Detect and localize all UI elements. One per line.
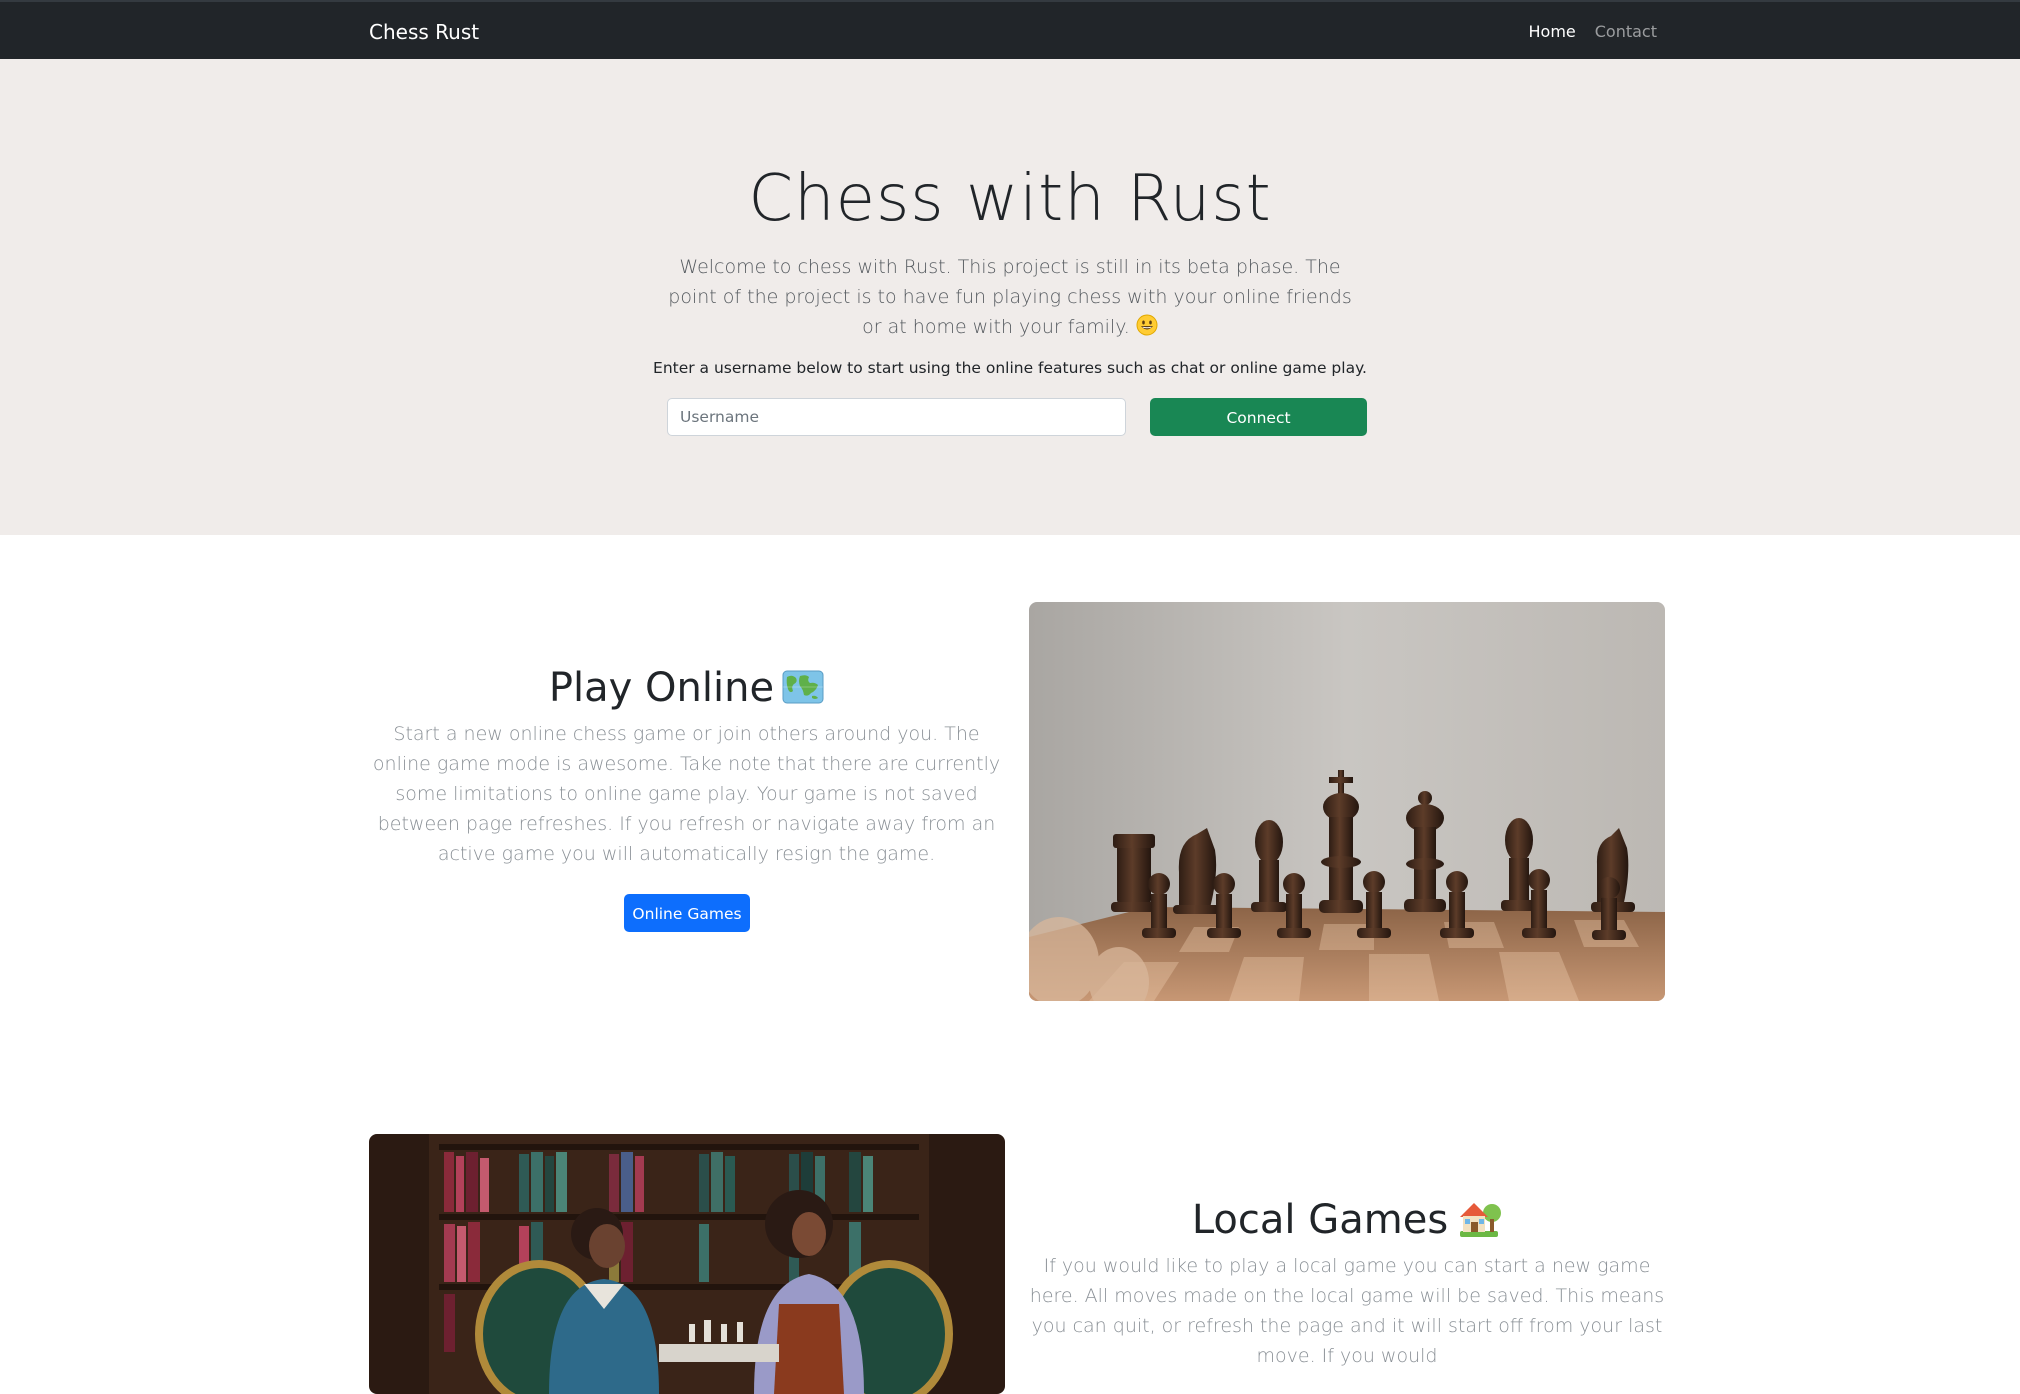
world-map-icon	[782, 666, 824, 704]
local-games-text: If you would like to play a local game y…	[1029, 1255, 1665, 1367]
brand-link[interactable]: Chess Rust	[369, 19, 479, 45]
grinning-face-icon	[1136, 314, 1158, 336]
hero-lead: Welcome to chess with Rust. This project…	[660, 252, 1360, 342]
house-with-garden-icon	[1456, 1197, 1502, 1239]
nav-home-link[interactable]: Home	[1529, 21, 1576, 43]
chess-pieces-photo	[1029, 602, 1665, 1001]
hero-section: Chess with Rust Welcome to chess with Ru…	[0, 59, 2020, 535]
play-online-title: Play Online	[369, 662, 1004, 714]
connect-button[interactable]: Connect	[1150, 398, 1367, 436]
nav-contact-link[interactable]: Contact	[1595, 21, 1657, 43]
play-online-text: Start a new online chess game or join ot…	[372, 723, 1001, 865]
navbar: Chess Rust Home Contact	[0, 0, 2020, 59]
local-games-title: Local Games	[1029, 1194, 1665, 1246]
username-input[interactable]	[667, 398, 1126, 436]
hero-lead-text: Welcome to chess with Rust. This project…	[668, 256, 1352, 338]
local-games-title-text: Local Games	[1191, 1197, 1449, 1243]
hero-title: Chess with Rust	[748, 162, 1272, 236]
people-playing-chess-photo	[369, 1134, 1005, 1394]
play-online-title-text: Play Online	[548, 665, 775, 711]
hero-note: Enter a username below to start using th…	[653, 359, 1367, 377]
online-games-button[interactable]: Online Games	[624, 894, 750, 932]
nav-links: Home Contact	[1529, 21, 1658, 43]
